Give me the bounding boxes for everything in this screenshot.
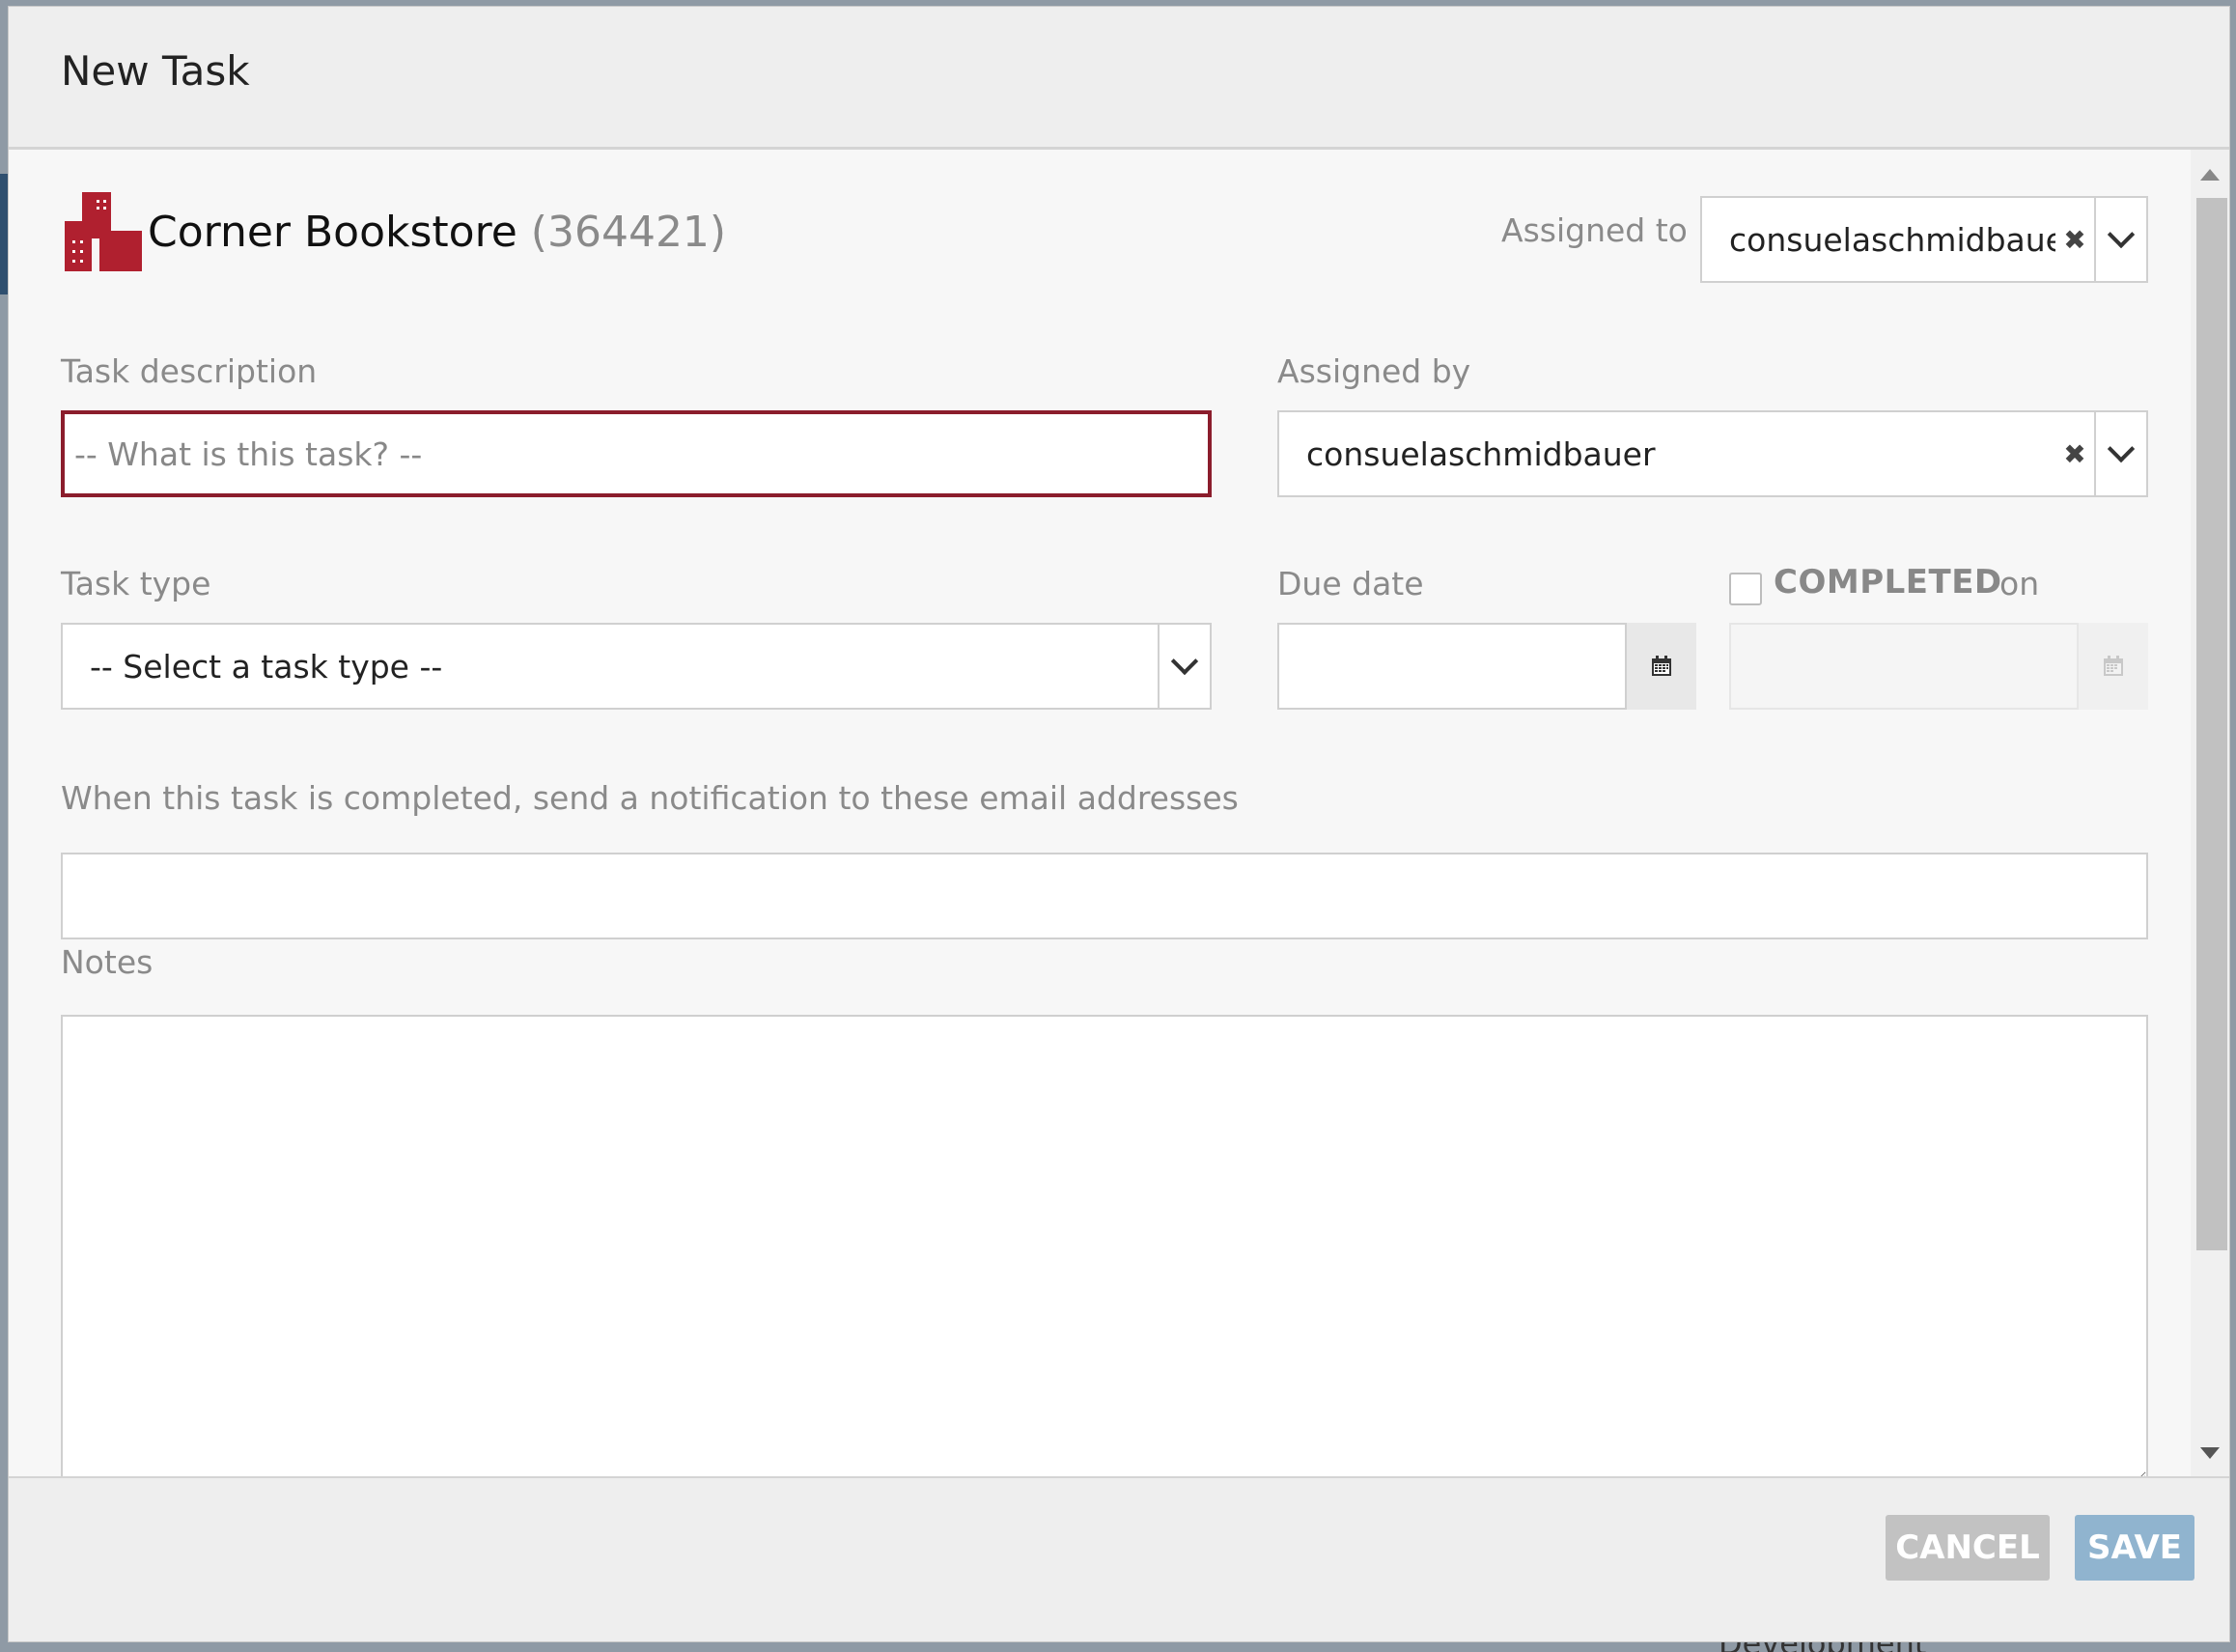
modal-body: Corner Bookstore (364421) Assigned to co… [9,150,2229,1482]
modal-title: New Task [61,47,250,95]
completed-on-label: on [1999,565,2040,602]
completed-date-input [1729,623,2079,710]
assigned-to-label: Assigned to [1501,211,1688,249]
scroll-up-arrow-icon[interactable] [2200,169,2220,181]
due-date-input[interactable] [1277,623,1627,710]
assigned-by-select[interactable]: consuelaschmidbauer ✖ [1277,410,2148,497]
notification-label: When this task is completed, send a noti… [61,779,1239,817]
assigned-to-value: consuelaschmidbauer [1729,220,2055,259]
new-task-modal: New Task Corner Bookstore (364421) Assig… [8,6,2230,1642]
task-type-select[interactable]: -- Select a task type -- [61,623,1212,710]
company-heading: Corner Bookstore (364421) [65,188,726,275]
scroll-thumb[interactable] [2196,198,2227,1250]
task-type-dropdown-button[interactable] [1158,625,1210,708]
notes-label: Notes [61,943,154,981]
scroll-down-arrow-icon[interactable] [2200,1447,2220,1459]
cancel-button[interactable]: CANCEL [1886,1515,2050,1581]
modal-header: New Task [9,7,2229,150]
assigned-to-select[interactable]: consuelaschmidbauer ✖ [1700,196,2148,283]
completed-checkbox[interactable] [1729,573,1762,605]
due-date-label: Due date [1277,565,1424,602]
clear-assigned-to-icon[interactable]: ✖ [2055,224,2094,256]
due-date-calendar-button[interactable] [1627,623,1696,710]
assigned-to-dropdown-button[interactable] [2094,198,2146,281]
completed-label: COMPLETED [1774,563,2002,602]
calendar-icon [1652,656,1671,676]
chevron-down-icon [2107,220,2136,249]
company-id: (364421) [530,207,727,257]
save-button[interactable]: SAVE [2075,1515,2194,1581]
assigned-by-dropdown-button[interactable] [2094,412,2146,495]
assigned-by-label: Assigned by [1277,352,1471,390]
assigned-by-value: consuelaschmidbauer [1306,434,1656,473]
chevron-down-icon [2107,434,2136,463]
notes-textarea[interactable] [61,1015,2148,1482]
modal-scrollbar[interactable] [2191,150,2229,1476]
modal-footer: CANCEL SAVE [9,1476,2229,1641]
chevron-down-icon [1170,647,1199,676]
task-type-label: Task type [61,565,211,602]
calendar-icon [2104,656,2123,676]
notification-email-input[interactable] [61,853,2148,939]
building-icon [65,192,142,271]
task-description-label: Task description [61,352,318,390]
completed-date-calendar-button [2079,623,2148,710]
clear-assigned-by-icon[interactable]: ✖ [2055,438,2094,470]
company-name: Corner Bookstore [148,207,517,257]
task-description-input[interactable] [61,410,1212,497]
task-type-value: -- Select a task type -- [90,647,443,686]
